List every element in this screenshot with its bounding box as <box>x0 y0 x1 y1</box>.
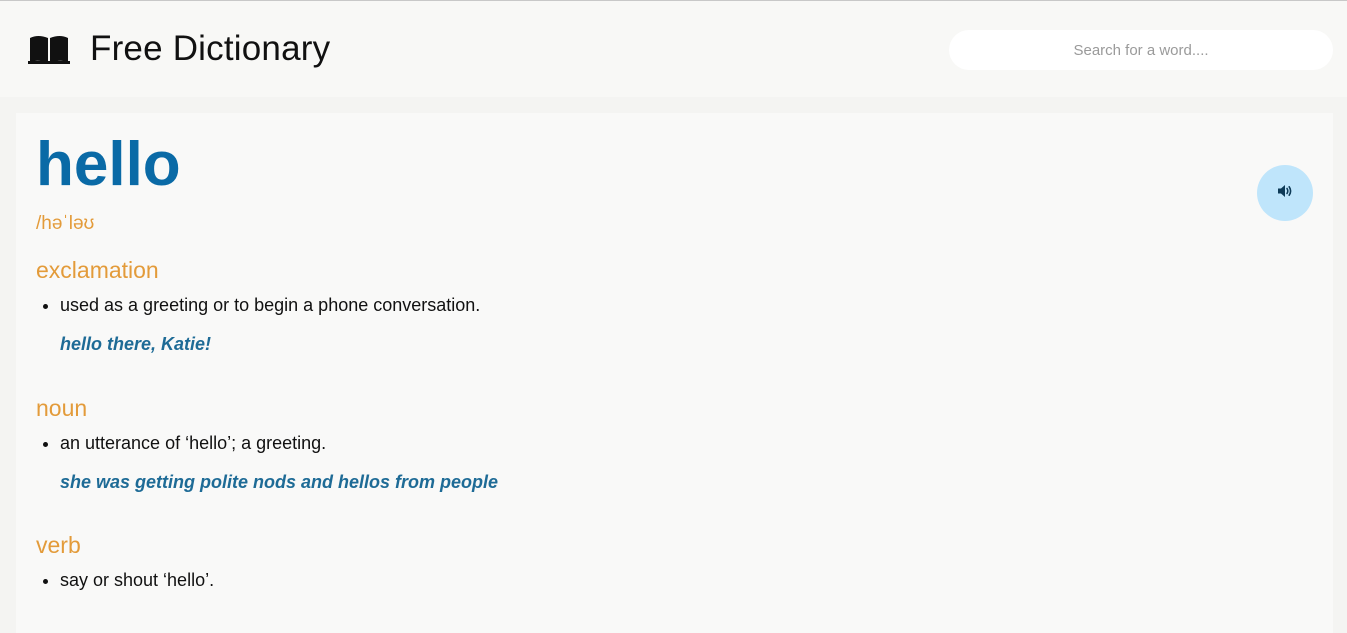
part-of-speech: noun <box>36 394 88 421</box>
open-book-icon <box>28 33 70 65</box>
example-sentence: hello there, Katie! <box>60 334 212 355</box>
meaning-exclamation: exclamation used as a greeting or to beg… <box>36 256 1236 357</box>
play-audio-button[interactable] <box>1257 165 1313 221</box>
example-sentence: she was getting polite nods and hellos f… <box>60 471 499 492</box>
definition-item: say or shout ‘hello’. <box>60 569 1236 592</box>
search-input[interactable] <box>949 30 1333 70</box>
part-of-speech: verb <box>36 532 81 559</box>
meanings-list: exclamation used as a greeting or to beg… <box>36 256 1236 630</box>
definition-list: used as a greeting or to begin a phone c… <box>36 294 1236 317</box>
entry-word: hello <box>36 130 181 199</box>
meaning-verb: verb say or shout ‘hello’. <box>36 531 1236 592</box>
phonetic-text: /həˈləʊ <box>36 213 95 234</box>
definition-item: an utterance of ‘hello’; a greeting. <box>60 432 1236 455</box>
app-title: Free Dictionary <box>90 29 331 68</box>
speaker-icon <box>1277 184 1293 203</box>
definition-list: say or shout ‘hello’. <box>36 569 1236 592</box>
app-header: Free Dictionary <box>0 1 1347 97</box>
definition-list: an utterance of ‘hello’; a greeting. <box>36 432 1236 455</box>
meaning-noun: noun an utterance of ‘hello’; a greeting… <box>36 394 1236 495</box>
definition-item: used as a greeting or to begin a phone c… <box>60 294 1236 317</box>
brand: Free Dictionary <box>28 29 330 69</box>
part-of-speech: exclamation <box>36 257 159 283</box>
word-entry-card: hello /həˈləʊ exclamation used as a gree… <box>16 113 1333 633</box>
